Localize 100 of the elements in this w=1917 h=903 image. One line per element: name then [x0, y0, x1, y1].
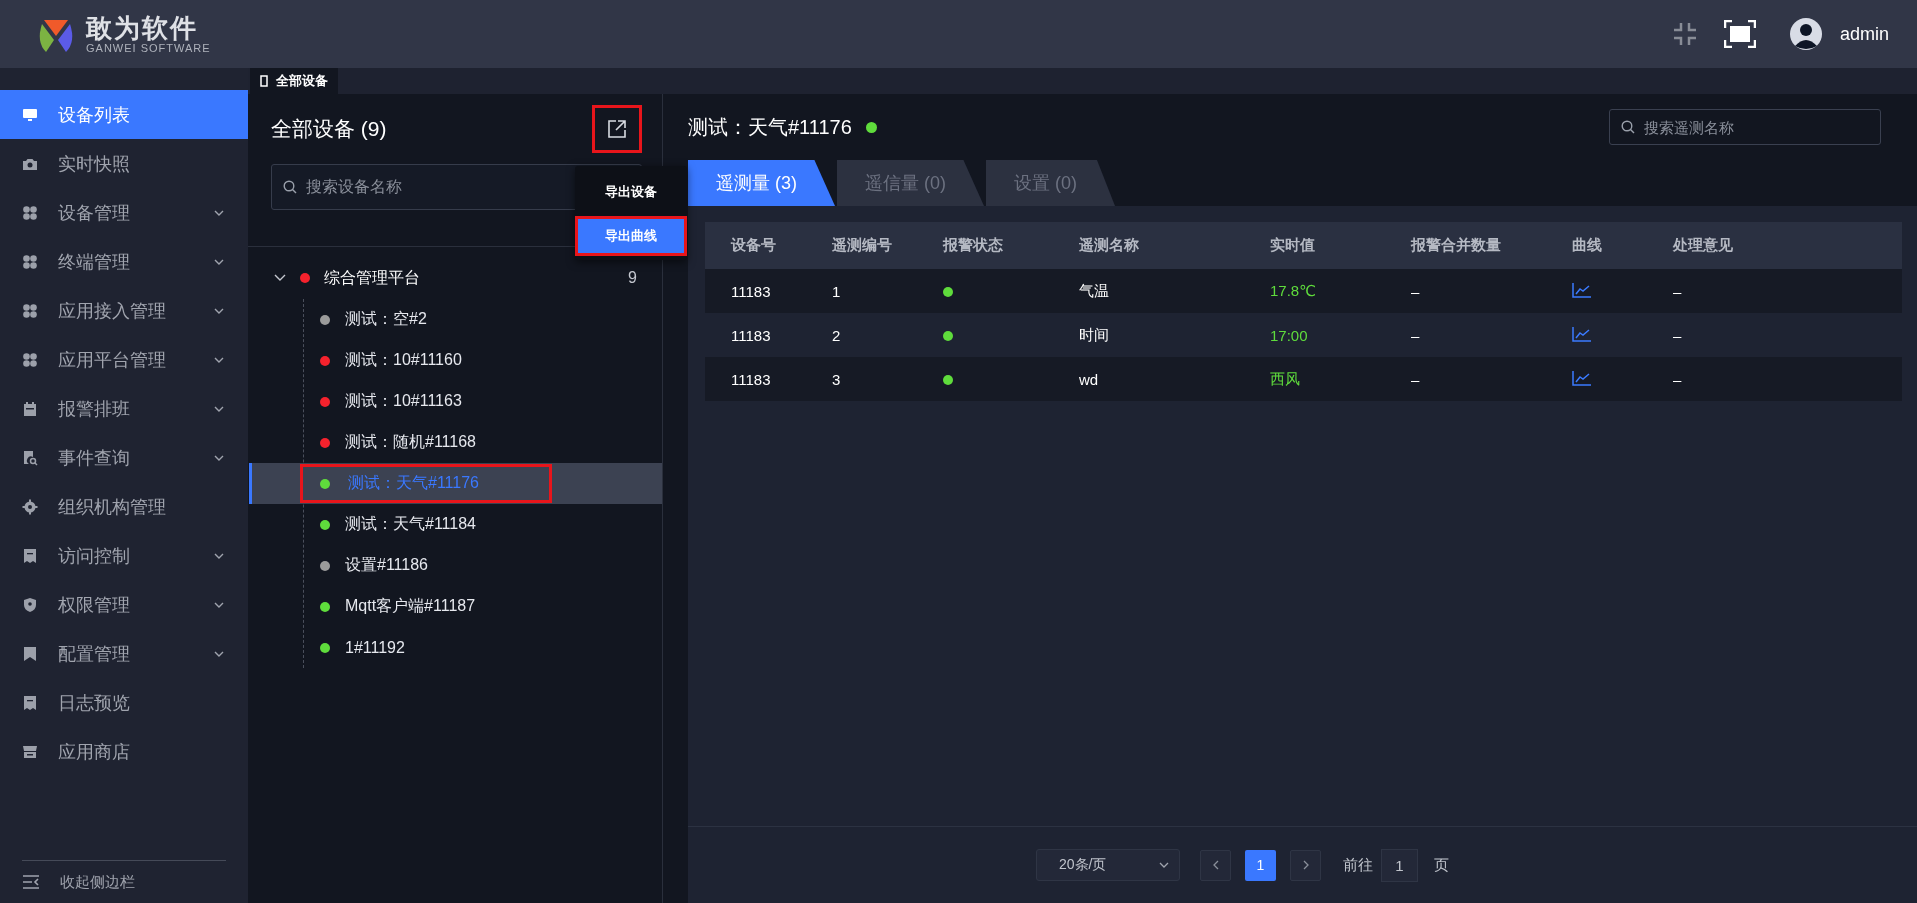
- user-name[interactable]: admin: [1839, 23, 1889, 45]
- table-cell: –: [1411, 370, 1420, 388]
- column-header: 设备号: [705, 222, 806, 269]
- export-button[interactable]: [592, 105, 642, 153]
- gear-icon: [22, 498, 38, 515]
- doc-search-icon: [22, 449, 38, 466]
- sidebar-item[interactable]: 应用商店: [0, 727, 248, 776]
- chart-line-icon[interactable]: [1572, 281, 1592, 298]
- table-cell: –: [1411, 326, 1420, 344]
- device-name: 1#11192: [344, 637, 406, 658]
- tree-item[interactable]: 测试：10#11160: [249, 340, 662, 381]
- table-cell: –: [1673, 370, 1682, 388]
- logo-title: 敢为软件: [86, 14, 199, 42]
- sidebar-item[interactable]: 组织机构管理: [0, 482, 248, 531]
- page-icon: [260, 75, 268, 87]
- column-header: 报警合并数量: [1385, 222, 1546, 269]
- tree-item[interactable]: 测试：随机#11168: [249, 422, 662, 463]
- grid-icon: [22, 204, 38, 221]
- device-name: 测试：10#11160: [344, 350, 463, 370]
- column-header: 实时值: [1244, 222, 1385, 269]
- monitor-icon: [22, 106, 38, 123]
- table-cell: wd: [1079, 370, 1099, 388]
- column-header: 处理意见: [1647, 222, 1902, 269]
- sidebar-item[interactable]: 设备列表: [0, 90, 248, 139]
- chart-line-icon[interactable]: [1572, 325, 1592, 342]
- search-field[interactable]: 搜索遥测名称: [1609, 109, 1881, 145]
- chevron-left-icon: [1212, 860, 1219, 870]
- panel-title: 全部设备 (9): [271, 116, 387, 142]
- page-input[interactable]: 1: [1381, 848, 1418, 882]
- table-cell: 2: [832, 326, 841, 344]
- sidebar-item[interactable]: 应用平台管理: [0, 335, 248, 384]
- tab[interactable]: 遥测量 (3): [688, 160, 835, 206]
- tree-item[interactable]: 测试：天气#11184: [249, 504, 662, 545]
- page-tab[interactable]: 全部设备: [250, 68, 338, 94]
- device-name: 测试：10#11163: [344, 391, 463, 411]
- tree-node[interactable]: 综合管理平台 9: [248, 257, 662, 299]
- sidebar-item[interactable]: 终端管理: [0, 237, 248, 286]
- search-icon: [283, 180, 297, 194]
- table-cell: 时间: [1079, 325, 1109, 343]
- grid-icon: [22, 302, 38, 319]
- doc-icon: [22, 694, 38, 711]
- search-icon: [1621, 120, 1635, 134]
- column-header: 报警状态: [917, 222, 1053, 269]
- sidebar-item[interactable]: 配置管理: [0, 629, 248, 678]
- sidebar-item[interactable]: 访问控制: [0, 531, 248, 580]
- page-unit: 页: [1434, 855, 1449, 875]
- bookmark-icon: [22, 645, 38, 662]
- tree-item[interactable]: 1#11192: [249, 627, 662, 668]
- page-size-select[interactable]: 20条/页: [1036, 849, 1180, 881]
- calendar-icon: [22, 400, 38, 417]
- tree-item[interactable]: 设置#11186: [249, 545, 662, 586]
- table-cell: 11183: [731, 282, 771, 300]
- sidebar-item[interactable]: 设备管理: [0, 188, 248, 237]
- export-icon: [607, 119, 627, 139]
- table-cell: –: [1411, 282, 1420, 300]
- chevron-down-icon: [1159, 862, 1169, 868]
- chevron-right-icon: [1302, 860, 1309, 870]
- grid-icon: [22, 253, 38, 270]
- tree-item[interactable]: Mqtt客户端#11187: [249, 586, 662, 627]
- collapse-sidebar-link[interactable]: 收起侧边栏: [60, 872, 135, 892]
- doc-icon: [22, 547, 38, 564]
- device-name: 测试：随机#11168: [344, 432, 477, 452]
- device-name: 测试：天气#11184: [344, 514, 477, 534]
- tree-item[interactable]: 测试：10#11163: [249, 381, 662, 422]
- sidebar-item[interactable]: 权限管理: [0, 580, 248, 629]
- device-name: 测试：空#2: [344, 309, 428, 329]
- chevron-down-icon[interactable]: [274, 274, 286, 282]
- sidebar-item[interactable]: 报警排班: [0, 384, 248, 433]
- device-title: 测试：天气#11176: [688, 114, 852, 140]
- device-name: 设置#11186: [344, 555, 429, 575]
- table-cell: 3: [832, 370, 841, 388]
- table-cell: –: [1673, 282, 1682, 300]
- tree-item[interactable]: 测试：空#2: [249, 299, 662, 340]
- column-header: 遥测名称: [1053, 222, 1244, 269]
- exit-fullscreen-icon[interactable]: [1671, 21, 1698, 47]
- column-header: 曲线: [1546, 222, 1647, 269]
- grid-icon: [22, 351, 38, 368]
- menu-item[interactable]: 导出曲线: [575, 216, 687, 256]
- device-count: 9: [628, 269, 637, 287]
- sidebar-item[interactable]: 实时快照: [0, 139, 248, 188]
- page-button[interactable]: 1: [1245, 849, 1276, 881]
- avatar-icon[interactable]: [1789, 18, 1822, 50]
- shield-icon: [22, 596, 38, 613]
- sidebar-item[interactable]: 应用接入管理: [0, 286, 248, 335]
- table-cell: –: [1673, 326, 1682, 344]
- column-header: 遥测编号: [806, 222, 917, 269]
- device-name: Mqtt客户端#11187: [344, 596, 477, 616]
- table-cell: 气温: [1079, 281, 1109, 299]
- fullscreen-icon[interactable]: [1723, 20, 1756, 48]
- chart-line-icon[interactable]: [1572, 369, 1592, 386]
- logo-subtitle: GANWEI SOFTWARE: [86, 42, 211, 54]
- table-cell: 西风: [1270, 369, 1300, 387]
- table-cell: 17:00: [1270, 326, 1308, 344]
- sidebar-item[interactable]: 日志预览: [0, 678, 248, 727]
- table-cell: 11183: [731, 326, 771, 344]
- sidebar-item[interactable]: 事件查询: [0, 433, 248, 482]
- table-cell: 11183: [731, 370, 771, 388]
- table-cell: 1: [832, 282, 841, 300]
- goto-label: 前往: [1343, 855, 1373, 875]
- collapse-icon[interactable]: [22, 874, 40, 890]
